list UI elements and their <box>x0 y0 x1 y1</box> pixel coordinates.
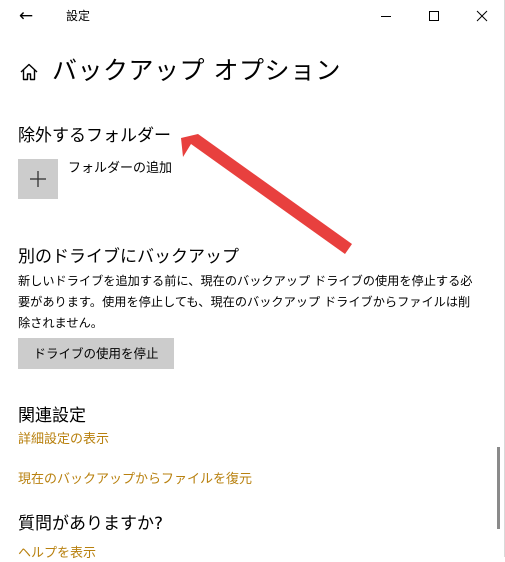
minimize-button[interactable] <box>363 0 409 32</box>
add-folder-button[interactable] <box>18 159 58 199</box>
plus-icon <box>30 171 46 187</box>
title-bar: ← 設定 <box>0 0 505 32</box>
advanced-settings-link[interactable]: 詳細設定の表示 <box>18 432 109 448</box>
back-button[interactable]: ← <box>14 5 38 27</box>
close-icon <box>476 10 488 22</box>
exclude-folders-heading: 除外するフォルダー <box>18 126 171 146</box>
backup-other-drive-description: 新しいドライブを追加する前に、現在のバックアップ ドライブの使用を停止する必要が… <box>18 274 473 330</box>
settings-window: ← 設定 バックアップ オプション 除外するフォルダー フォルダーの追加 別のド… <box>0 0 505 561</box>
questions-heading: 質問がありますか? <box>18 514 164 534</box>
maximize-button[interactable] <box>411 0 457 32</box>
stop-using-drive-button[interactable]: ドライブの使用を停止 <box>18 338 174 369</box>
restore-files-link[interactable]: 現在のバックアップからファイルを復元 <box>18 472 252 488</box>
related-settings-heading: 関連設定 <box>18 406 86 426</box>
backup-other-drive-heading: 別のドライブにバックアップ <box>18 247 239 267</box>
maximize-icon <box>429 11 439 21</box>
scrollbar-thumb[interactable] <box>497 447 500 529</box>
home-button[interactable] <box>18 61 40 83</box>
page-title: バックアップ オプション <box>52 56 341 85</box>
get-help-link[interactable]: ヘルプを表示 <box>18 546 96 562</box>
minimize-icon <box>381 16 391 17</box>
arrow-left-icon: ← <box>18 6 34 26</box>
home-icon <box>20 63 38 81</box>
close-button[interactable] <box>459 0 505 32</box>
window-title: 設定 <box>66 9 91 23</box>
add-folder-label[interactable]: フォルダーの追加 <box>68 161 172 177</box>
